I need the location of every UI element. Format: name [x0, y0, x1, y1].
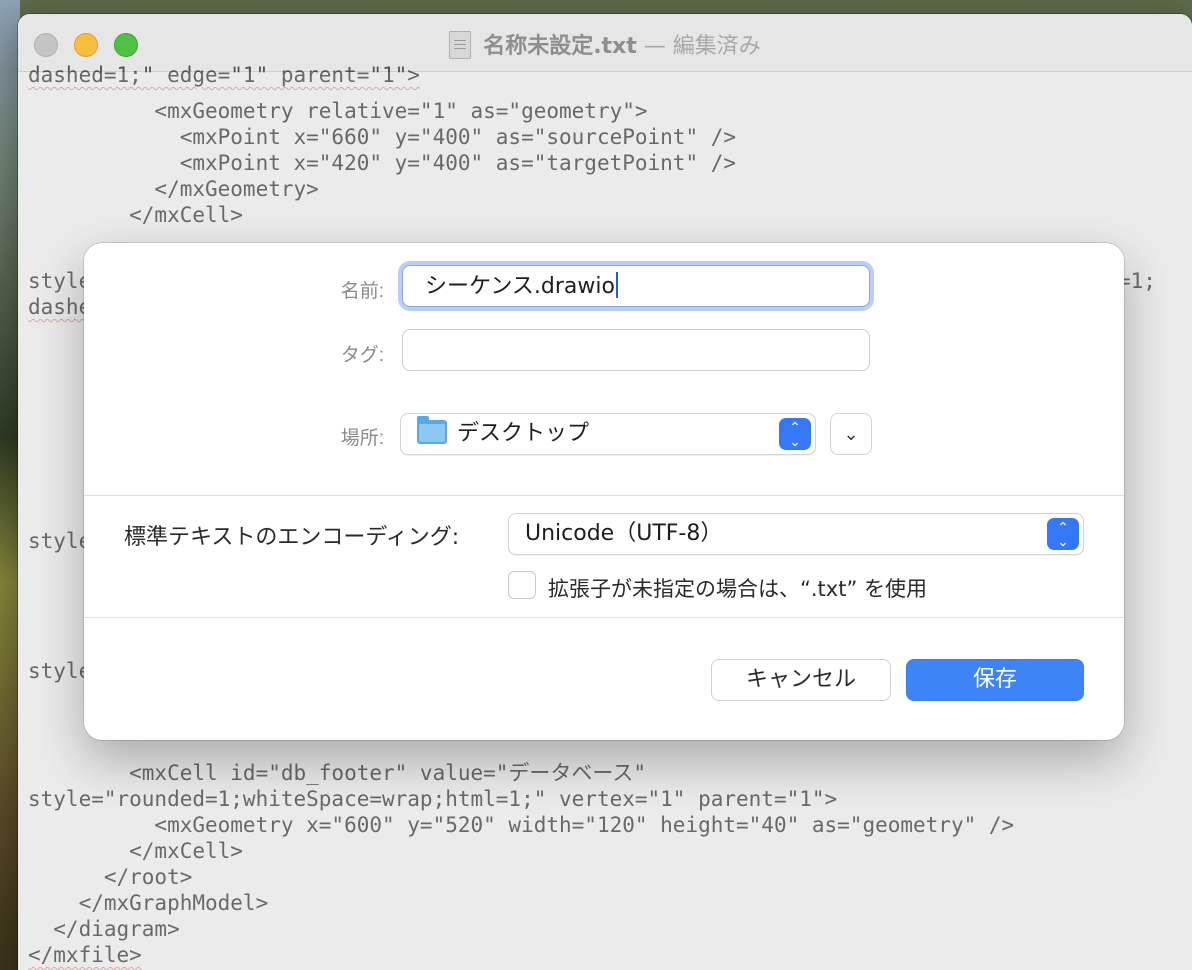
up-down-chevron-icon: ⌃ ⌃ — [1047, 518, 1079, 550]
name-input-value: シーケンス.drawio — [425, 274, 615, 299]
text-caret — [615, 272, 618, 298]
window-title-separator: — — [643, 34, 666, 59]
up-down-chevron-icon: ⌃ ⌃ — [779, 418, 811, 450]
location-label: 場所: — [340, 428, 384, 449]
window-title-filename: 名称未設定.txt — [483, 34, 637, 59]
location-value: デスクトップ — [457, 421, 590, 446]
document-icon — [449, 31, 472, 59]
tag-label: タグ: — [340, 345, 384, 366]
name-label: 名前: — [340, 281, 384, 302]
save-button[interactable]: 保存 — [906, 659, 1084, 701]
section-divider — [84, 495, 1124, 496]
window-title: 名称未設定.txt — 編集済み — [18, 28, 1192, 60]
folder-icon — [417, 416, 447, 444]
use-txt-extension-label[interactable]: 拡張子が未指定の場合は、“.txt” を使用 — [548, 573, 927, 603]
encoding-label: 標準テキストのエンコーディング: — [124, 525, 460, 550]
encoding-value: Unicode（UTF-8） — [525, 521, 723, 546]
name-input[interactable]: シーケンス.drawio — [402, 265, 870, 307]
tag-input[interactable] — [402, 329, 870, 371]
desktop-background — [0, 0, 20, 970]
chevron-down-icon: ⌄ — [843, 424, 859, 444]
cancel-button[interactable]: キャンセル — [711, 659, 891, 701]
save-dialog: 名前: シーケンス.drawio タグ: 場所: デスクトップ ⌃ ⌃ ⌄ 標準テ… — [84, 243, 1124, 740]
location-popup[interactable]: デスクトップ ⌃ ⌃ — [400, 413, 816, 455]
expand-dialog-button[interactable]: ⌄ — [830, 413, 872, 455]
window-title-status: 編集済み — [672, 34, 761, 59]
encoding-popup[interactable]: Unicode（UTF-8） ⌃ ⌃ — [508, 513, 1084, 555]
section-divider — [84, 617, 1124, 618]
use-txt-extension-checkbox[interactable] — [508, 571, 536, 599]
